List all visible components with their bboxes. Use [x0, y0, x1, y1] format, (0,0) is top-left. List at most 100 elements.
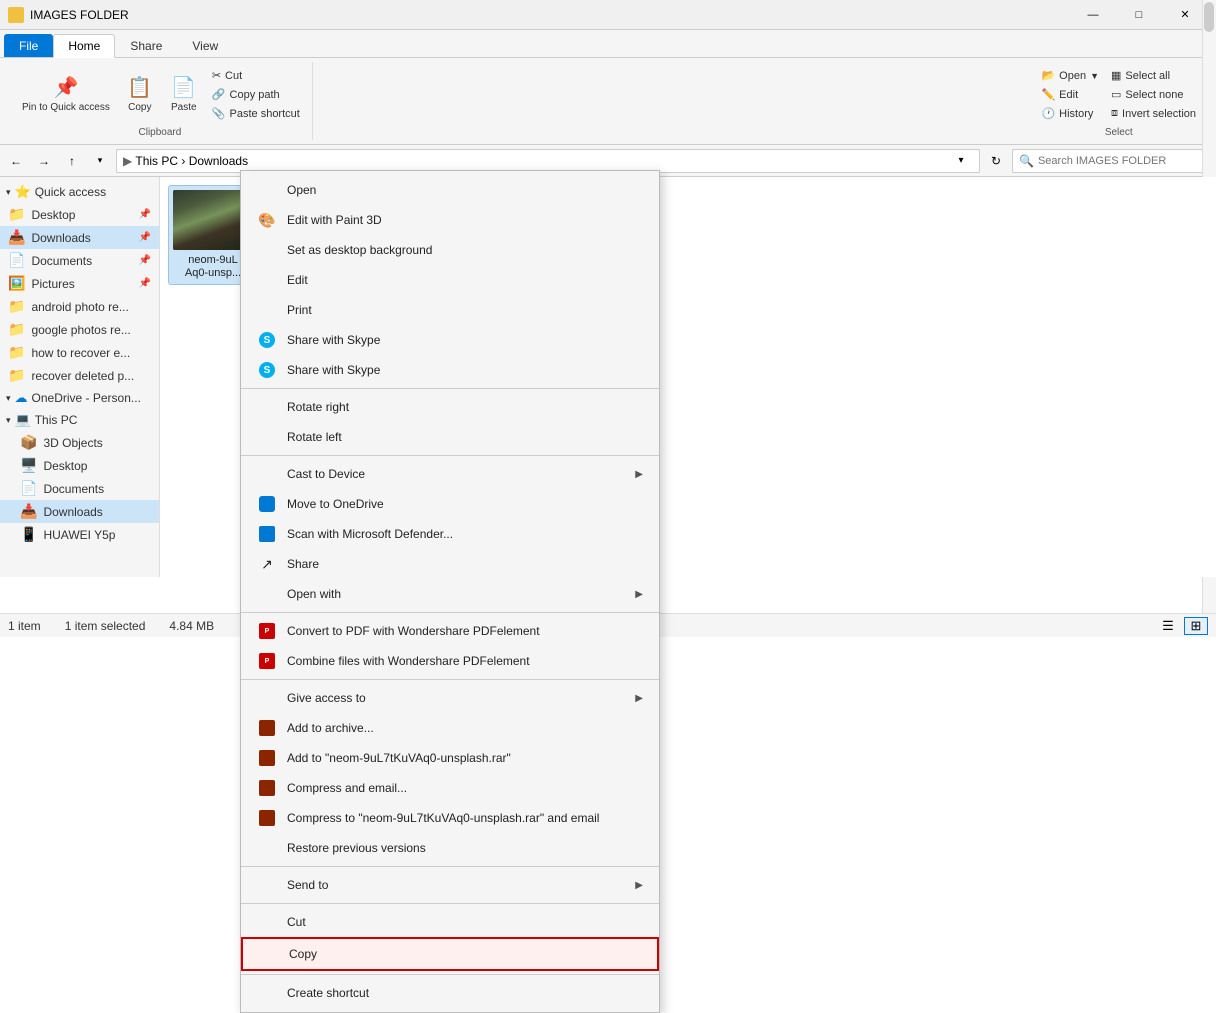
sidebar-item-google[interactable]: 📁 google photos re...	[0, 318, 159, 341]
ctx-open[interactable]: Open	[241, 175, 659, 205]
documents-folder-icon: 📄	[8, 252, 25, 269]
forward-button[interactable]: →	[32, 149, 56, 173]
quick-access-header[interactable]: ▾ ⭐ Quick access	[0, 181, 159, 203]
ctx-cast-icon	[257, 464, 277, 484]
ctx-give-access[interactable]: Give access to ▶	[241, 683, 659, 713]
history-button[interactable]: 🕐 History	[1037, 105, 1103, 122]
ctx-copy[interactable]: Copy	[241, 937, 659, 971]
sidebar-item-desktop[interactable]: 📁 Desktop 📌	[0, 203, 159, 226]
ctx-set-desktop[interactable]: Set as desktop background	[241, 235, 659, 265]
ctx-add-rar[interactable]: Add to "neom-9uL7tKuVAq0-unsplash.rar"	[241, 743, 659, 773]
sidebar-item-pictures[interactable]: 🖼️ Pictures 📌	[0, 272, 159, 295]
ctx-paint-icon: 🎨	[257, 210, 277, 230]
ctx-rotate-left-icon	[257, 427, 277, 447]
ctx-share-skype2[interactable]: S Share with Skype	[241, 355, 659, 385]
pin-indicator: 📌	[139, 209, 151, 220]
google-folder-icon: 📁	[8, 321, 25, 338]
android-folder-icon: 📁	[8, 298, 25, 315]
cut-button[interactable]: ✂ Cut	[208, 67, 304, 84]
pin-to-quick-access-button[interactable]: 📌 Pin to Quick access	[16, 71, 116, 118]
selected-count: 1 item selected	[65, 619, 146, 633]
ctx-open-label: Open	[287, 183, 316, 197]
ctx-cast[interactable]: Cast to Device ▶	[241, 459, 659, 489]
ctx-add-archive[interactable]: Add to archive...	[241, 713, 659, 743]
this-pc-header[interactable]: ▾ 💻 This PC	[0, 409, 159, 431]
ctx-defender[interactable]: Scan with Microsoft Defender...	[241, 519, 659, 549]
ctx-edit[interactable]: Edit	[241, 265, 659, 295]
ctx-send-to[interactable]: Send to ▶	[241, 870, 659, 900]
computer-icon: 💻	[15, 412, 31, 428]
sidebar-item-recover-label: recover deleted p...	[31, 369, 134, 383]
edit-button[interactable]: ✏️ Edit	[1037, 86, 1103, 103]
search-bar[interactable]: 🔍	[1012, 149, 1212, 173]
copy-label: Copy	[128, 102, 151, 114]
search-input[interactable]	[1038, 155, 1178, 167]
ctx-open-with-arrow: ▶	[635, 589, 643, 600]
invert-icon: ⧈	[1111, 107, 1118, 120]
ctx-print[interactable]: Print	[241, 295, 659, 325]
open-dropdown-button[interactable]: 📂 Open ▼	[1037, 67, 1103, 84]
paste-button[interactable]: 📄 Paste	[164, 71, 204, 118]
refresh-button[interactable]: ↻	[984, 149, 1008, 173]
downloads-pc-label: Downloads	[43, 505, 102, 519]
address-dropdown-button[interactable]: ▾	[949, 149, 973, 173]
ctx-convert-pdf[interactable]: P Convert to PDF with Wondershare PDFele…	[241, 616, 659, 646]
paste-shortcut-button[interactable]: 📎 Paste shortcut	[208, 105, 304, 122]
sidebar-item-desktop-pc[interactable]: 🖥️ Desktop	[0, 454, 159, 477]
ctx-compress[interactable]: Compress and email...	[241, 773, 659, 803]
ctx-open-with[interactable]: Open with ▶	[241, 579, 659, 609]
tab-share[interactable]: Share	[115, 34, 177, 57]
title-bar-title: IMAGES FOLDER	[30, 8, 129, 22]
sidebar-item-3d-objects[interactable]: 📦 3D Objects	[0, 431, 159, 454]
defender-logo	[259, 526, 275, 542]
recent-locations-button[interactable]: ▾	[88, 149, 112, 173]
select-all-button[interactable]: ▦ Select all	[1107, 67, 1200, 84]
tab-file[interactable]: File	[4, 34, 53, 57]
ctx-onedrive[interactable]: Move to OneDrive	[241, 489, 659, 519]
address-path: ▶ This PC › Downloads	[123, 154, 248, 168]
up-button[interactable]: ↑	[60, 149, 84, 173]
ctx-sep-2	[241, 455, 659, 456]
ctx-restore[interactable]: Restore previous versions	[241, 833, 659, 863]
file-size: 4.84 MB	[169, 619, 214, 633]
paste-icon: 📄	[171, 75, 196, 100]
details-view-button[interactable]: ☰	[1156, 617, 1180, 635]
back-button[interactable]: ←	[4, 149, 28, 173]
ctx-rotate-right[interactable]: Rotate right	[241, 392, 659, 422]
tab-view[interactable]: View	[177, 34, 233, 57]
sidebar-item-documents-label: Documents	[31, 254, 92, 268]
context-menu: Open 🎨 Edit with Paint 3D Set as desktop…	[240, 170, 660, 1013]
maximize-button[interactable]: □	[1116, 0, 1162, 30]
ctx-compress-rar[interactable]: Compress to "neom-9uL7tKuVAq0-unsplash.r…	[241, 803, 659, 833]
ctx-create-shortcut[interactable]: Create shortcut	[241, 978, 659, 1008]
sidebar-item-android[interactable]: 📁 android photo re...	[0, 295, 159, 318]
sidebar-item-documents-pc[interactable]: 📄 Documents	[0, 477, 159, 500]
ctx-share-skype1[interactable]: S Share with Skype	[241, 325, 659, 355]
sidebar-item-documents[interactable]: 📄 Documents 📌	[0, 249, 159, 272]
onedrive-label: OneDrive - Person...	[32, 391, 141, 405]
minimize-button[interactable]: —	[1070, 0, 1116, 30]
ctx-skype-icon-1: S	[257, 330, 277, 350]
copy-button[interactable]: 📋 Copy	[120, 71, 160, 118]
sidebar-item-how-to[interactable]: 📁 how to recover e...	[0, 341, 159, 364]
ctx-edit-paint[interactable]: 🎨 Edit with Paint 3D	[241, 205, 659, 235]
open-label: Open	[1059, 70, 1086, 82]
ctx-combine-pdf[interactable]: P Combine files with Wondershare PDFelem…	[241, 646, 659, 676]
sidebar-item-recover[interactable]: 📁 recover deleted p...	[0, 364, 159, 387]
3d-objects-label: 3D Objects	[43, 436, 102, 450]
large-icons-view-button[interactable]: ⊞	[1184, 617, 1208, 635]
copy-path-button[interactable]: 🔗 Copy path	[208, 86, 304, 103]
ctx-rotate-left[interactable]: Rotate left	[241, 422, 659, 452]
sidebar-item-downloads[interactable]: 📥 Downloads 📌	[0, 226, 159, 249]
tab-home[interactable]: Home	[53, 34, 115, 58]
invert-selection-button[interactable]: ⧈ Invert selection	[1107, 105, 1200, 122]
select-none-button[interactable]: ▭ Select none	[1107, 86, 1200, 103]
sidebar-item-huawei[interactable]: 📱 HUAWEI Y5p	[0, 523, 159, 546]
ctx-combine-pdf-label: Combine files with Wondershare PDFelemen…	[287, 654, 530, 668]
ctx-sep-6	[241, 903, 659, 904]
ctx-share[interactable]: ↗ Share	[241, 549, 659, 579]
ctx-cut[interactable]: Cut	[241, 907, 659, 937]
address-bar[interactable]: ▶ This PC › Downloads ▾	[116, 149, 980, 173]
onedrive-header[interactable]: ▾ ☁ OneDrive - Person...	[0, 387, 159, 409]
sidebar-item-downloads-pc[interactable]: 📥 Downloads	[0, 500, 159, 523]
